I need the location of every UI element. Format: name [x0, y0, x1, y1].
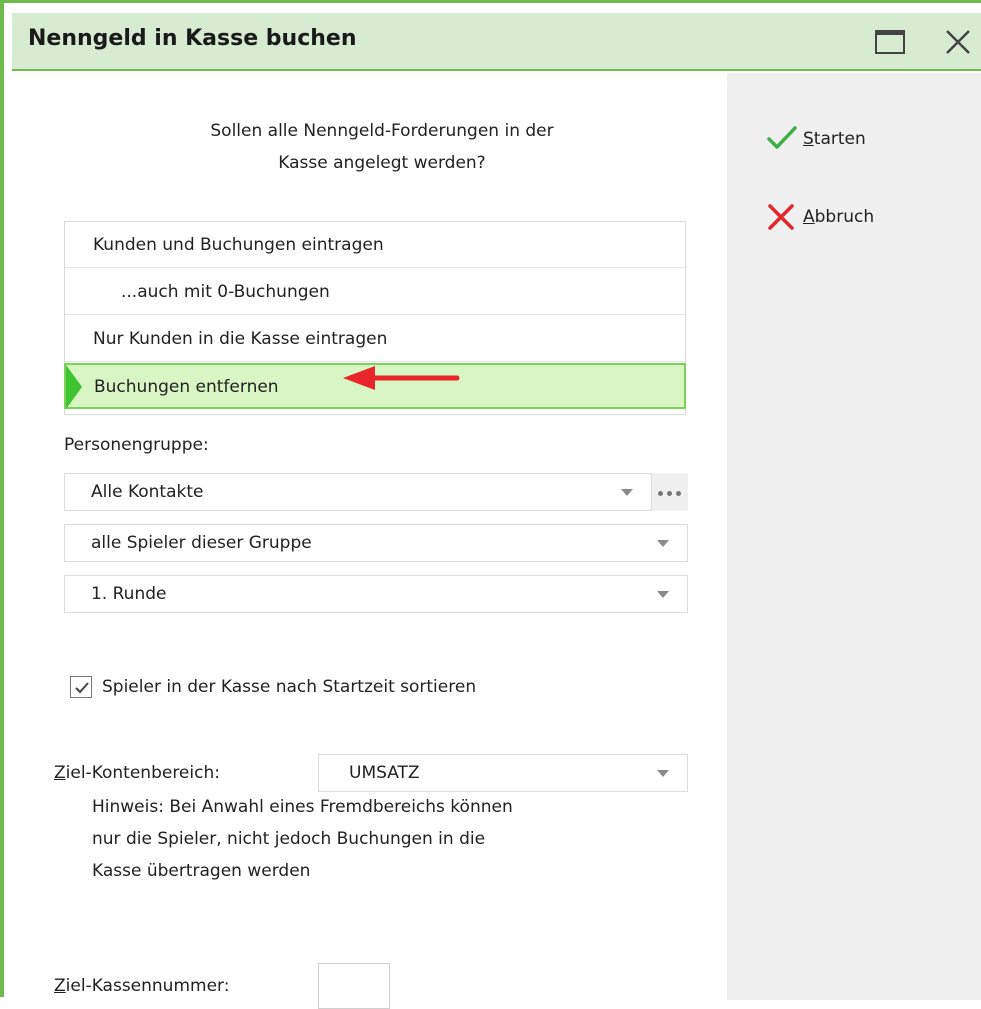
mnemonic-letter: Z [54, 976, 66, 996]
option-label: Buchungen entfernen [94, 377, 279, 397]
checkmark-icon [767, 126, 797, 149]
option-auch-mit-0-buchungen[interactable]: ...auch mit 0-Buchungen [65, 269, 685, 315]
ziel-kassennummer-label: Ziel-Kassennummer: [54, 976, 229, 996]
cancel-label: Abbruch [803, 203, 874, 231]
option-kunden-und-buchungen[interactable]: Kunden und Buchungen eintragen [65, 222, 685, 268]
maximize-button[interactable] [874, 26, 906, 58]
dropdown-value: alle Spieler dieser Gruppe [91, 533, 312, 553]
ziel-kontenbereich-label: Ziel-Kontenbereich: [54, 763, 220, 783]
personengruppe-label: Personengruppe: [64, 435, 209, 455]
option-nur-kunden[interactable]: Nur Kunden in die Kasse eintragen [65, 316, 685, 362]
option-label: Kunden und Buchungen eintragen [93, 235, 384, 255]
window-title: Nenngeld in Kasse buchen [28, 26, 357, 51]
personengruppe-dropdown[interactable]: Alle Kontakte [64, 473, 652, 511]
checkmark-icon [75, 682, 89, 694]
red-annotation-arrow-icon [343, 366, 460, 390]
chevron-down-icon [657, 770, 669, 777]
ziel-kontenbereich-dropdown[interactable]: UMSATZ [318, 754, 688, 792]
ziel-kassennummer-input[interactable] [318, 963, 390, 1009]
label-text: bbruch [814, 207, 875, 227]
sort-checkbox-label[interactable]: Spieler in der Kasse nach Startzeit sort… [102, 677, 476, 697]
chevron-down-icon [657, 591, 669, 598]
hint-line-2: nur die Spieler, nicht jedoch Buchungen … [92, 829, 486, 849]
dropdown-value: 1. Runde [91, 584, 167, 604]
dropdown-value: Alle Kontakte [91, 482, 204, 502]
mnemonic-letter: A [803, 207, 815, 227]
close-x-icon [768, 204, 794, 230]
question-line-1: Sollen alle Nenngeld-Forderungen in der [210, 121, 554, 141]
round-dropdown[interactable]: 1. Runde [64, 575, 688, 613]
dropdown-value: UMSATZ [349, 763, 420, 783]
more-options-button[interactable] [652, 473, 688, 511]
close-icon [946, 30, 970, 54]
ellipsis-icon [667, 491, 672, 496]
start-label: Starten [803, 125, 866, 153]
question-text: Sollen alle Nenngeld-Forderungen in der … [72, 115, 692, 179]
mnemonic-letter: Z [54, 763, 66, 783]
hint-line-1: Hinweis: Bei Anwahl eines Fremdbereichs … [92, 797, 513, 817]
ellipsis-icon [658, 491, 663, 496]
title-bar: Nenngeld in Kasse buchen [12, 13, 981, 71]
chevron-down-icon [621, 489, 633, 496]
mnemonic-letter: S [803, 129, 814, 149]
hint-text: Hinweis: Bei Anwahl eines Fremdbereichs … [92, 791, 513, 887]
chevron-down-icon [657, 540, 669, 547]
close-button[interactable] [942, 26, 974, 58]
ellipsis-icon [676, 491, 681, 496]
label-text: iel-Kontenbereich: [65, 763, 220, 783]
main-panel: Sollen alle Nenngeld-Forderungen in der … [12, 73, 727, 1009]
label-text: iel-Kassennummer: [65, 976, 230, 996]
maximize-icon [875, 30, 905, 54]
dialog-window: Nenngeld in Kasse buchen Sollen alle Nen… [0, 0, 981, 1009]
hint-line-3: Kasse übertragen werden [92, 861, 311, 881]
players-dropdown[interactable]: alle Spieler dieser Gruppe [64, 524, 688, 562]
option-label: ...auch mit 0-Buchungen [121, 282, 330, 302]
label-text: tarten [813, 129, 866, 149]
action-sidebar: Starten Abbruch [727, 73, 981, 1000]
selection-marker-icon [66, 365, 82, 409]
option-label: Nur Kunden in die Kasse eintragen [93, 329, 388, 349]
sort-by-starttime-checkbox[interactable] [70, 676, 92, 698]
question-line-2: Kasse angelegt werden? [278, 153, 486, 173]
